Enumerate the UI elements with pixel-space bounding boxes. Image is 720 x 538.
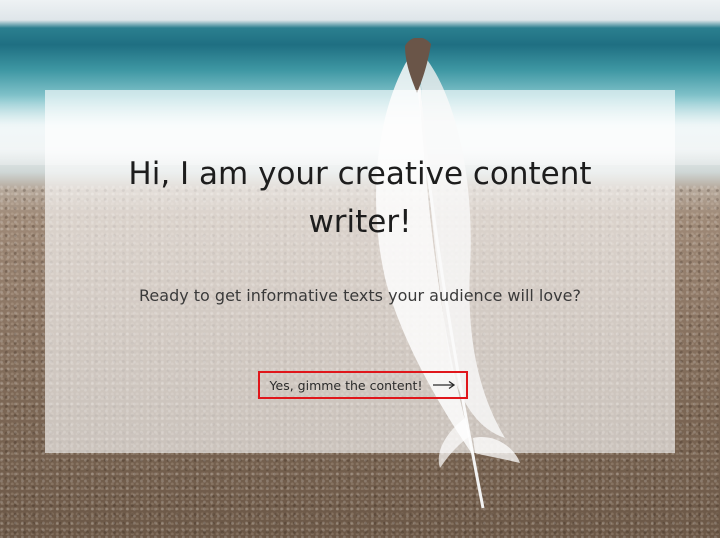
headline: Hi, I am your creative content writer! — [128, 156, 592, 240]
arrow-right-icon — [433, 380, 456, 390]
intro-card: Hi, I am your creative content writer! R… — [45, 90, 675, 453]
cta-button[interactable]: Yes, gimme the content! — [258, 371, 468, 399]
subheadline: Ready to get informative texts your audi… — [139, 286, 581, 305]
hero-section: Hi, I am your creative content writer! R… — [0, 0, 720, 538]
cta-label: Yes, gimme the content! — [269, 377, 423, 393]
